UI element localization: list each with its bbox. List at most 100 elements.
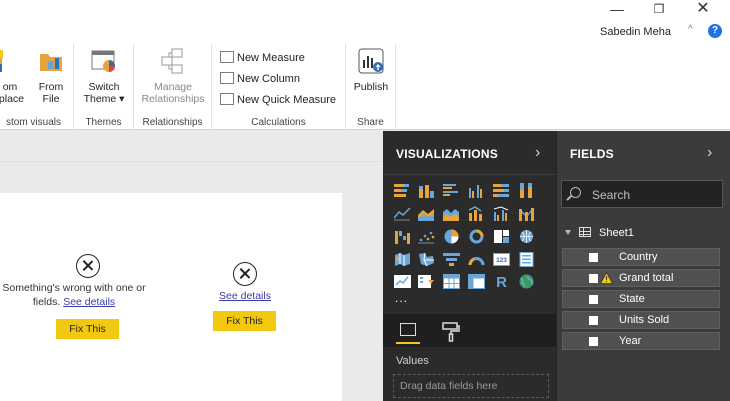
line-chart-icon[interactable] (394, 206, 411, 221)
funnel-chart-icon[interactable] (443, 252, 460, 267)
search-icon (570, 187, 581, 198)
r-script-visual-icon[interactable]: R (493, 274, 510, 289)
kpi-icon[interactable] (394, 274, 411, 289)
manage-relationships-button[interactable]: Manage Relationships (138, 48, 208, 105)
shape-map-icon[interactable] (418, 252, 435, 267)
from-file-label-1: From (38, 81, 64, 93)
help-icon[interactable]: ? (708, 24, 722, 38)
field-name: State (619, 293, 645, 305)
fix-this-button-1[interactable]: Fix This (56, 319, 119, 339)
100-stacked-column-chart-icon[interactable] (518, 183, 535, 198)
stacked-bar-chart-icon[interactable] (394, 183, 411, 198)
collapse-fields-icon[interactable]: › (707, 144, 712, 162)
publish-button[interactable]: Publish (350, 48, 392, 93)
new-quick-measure-button[interactable]: New Quick Measure (220, 93, 336, 111)
group-label-relationships: Relationships (142, 117, 203, 128)
matrix-icon[interactable] (468, 274, 485, 289)
table-name: Sheet1 (599, 227, 634, 239)
field-checkbox[interactable] (589, 274, 598, 283)
canvas-header (0, 131, 383, 162)
field-checkbox[interactable] (589, 316, 598, 325)
new-column-button[interactable]: New Column (220, 72, 300, 90)
title-bar: — ❐ ✕ Sabedin Meha ^ ? (0, 0, 730, 44)
100-stacked-bar-chart-icon[interactable] (493, 183, 510, 198)
from-marketplace-label-2: tplace (0, 93, 25, 105)
quick-measure-icon (220, 93, 234, 105)
from-marketplace-label-1: om (2, 81, 18, 93)
table-node-sheet1[interactable]: Sheet1 (565, 227, 634, 243)
table-visual-icon[interactable] (443, 274, 460, 289)
marketplace-icon (0, 50, 3, 72)
fields-pane: FIELDS › Search Sheet1 Country Grand tot… (556, 131, 730, 401)
group-label-share: Share (357, 117, 384, 128)
field-checkbox[interactable] (589, 253, 598, 262)
field-item-units-sold[interactable]: Units Sold (562, 311, 720, 329)
stacked-area-chart-icon[interactable] (443, 206, 460, 221)
slicer-icon[interactable] (418, 274, 435, 289)
clustered-column-chart-icon[interactable] (468, 183, 485, 198)
restore-button[interactable]: ❐ (644, 0, 674, 18)
from-marketplace-button[interactable]: om tplace (0, 48, 26, 105)
see-details-link-1[interactable]: See details (63, 296, 115, 308)
values-drop-zone[interactable]: Drag data fields here (393, 374, 549, 398)
search-placeholder: Search (592, 188, 631, 202)
field-item-year[interactable]: Year (562, 332, 720, 350)
error-message-line-1: Something's wrong with one or (2, 282, 146, 294)
relationships-icon (161, 48, 183, 74)
switch-theme-button[interactable]: Switch Theme ▾ (80, 48, 128, 105)
fields-search-input[interactable]: Search (561, 180, 723, 208)
donut-chart-icon[interactable] (468, 229, 485, 244)
fields-title: FIELDS (570, 147, 614, 161)
ribbon-chart-icon[interactable] (518, 206, 535, 221)
treemap-icon[interactable] (493, 229, 510, 244)
globe-icon[interactable] (518, 274, 535, 289)
card-icon[interactable]: 123 (493, 252, 510, 267)
see-details-link-2[interactable]: See details (205, 289, 285, 303)
field-checkbox[interactable] (589, 295, 598, 304)
report-canvas[interactable]: Something's wrong with one or fields. Se… (0, 131, 383, 401)
manage-relationships-label-2: Relationships (141, 93, 205, 105)
multi-row-card-icon[interactable] (518, 252, 535, 267)
folder-icon (40, 54, 62, 71)
scatter-chart-icon[interactable] (418, 229, 435, 244)
new-column-label: New Column (237, 73, 300, 85)
collapse-visualizations-icon[interactable]: › (535, 144, 540, 162)
error-circle-icon (76, 254, 100, 278)
close-button[interactable]: ✕ (688, 0, 718, 18)
gauge-icon[interactable] (468, 252, 485, 267)
switch-theme-label-1: Switch (88, 81, 120, 93)
new-quick-measure-label: New Quick Measure (237, 94, 337, 106)
area-chart-icon[interactable] (418, 206, 435, 221)
from-file-label-2: File (42, 93, 60, 105)
line-and-stacked-column-icon[interactable] (468, 206, 485, 221)
values-well-label: Values (396, 355, 429, 367)
table-icon (579, 227, 591, 237)
group-label-calculations: Calculations (251, 117, 306, 128)
new-measure-label: New Measure (237, 52, 305, 64)
waterfall-chart-icon[interactable] (394, 229, 411, 244)
fix-this-button-2[interactable]: Fix This (213, 311, 276, 331)
format-paint-roller-icon[interactable] (439, 320, 463, 344)
visualizations-tabs (383, 314, 556, 347)
visualizations-title: VISUALIZATIONS (396, 147, 498, 161)
filled-map-icon[interactable] (394, 252, 411, 267)
line-and-clustered-column-icon[interactable] (493, 206, 510, 221)
divider (383, 174, 556, 175)
fields-tab[interactable] (396, 320, 420, 344)
error-message: Something's wrong with one or fields. Se… (0, 281, 152, 309)
clustered-bar-chart-icon[interactable] (443, 183, 460, 198)
user-name[interactable]: Sabedin Meha (600, 26, 671, 38)
more-visuals-button[interactable]: ... (395, 291, 408, 305)
field-item-state[interactable]: State (562, 290, 720, 308)
stacked-column-chart-icon[interactable] (418, 183, 435, 198)
map-icon[interactable] (518, 229, 535, 244)
new-measure-button[interactable]: New Measure (220, 51, 305, 69)
field-checkbox[interactable] (589, 337, 598, 346)
report-page[interactable]: Something's wrong with one or fields. Se… (0, 193, 342, 401)
pie-chart-icon[interactable] (443, 229, 460, 244)
minimize-button[interactable]: — (602, 0, 632, 18)
field-item-grand-total[interactable]: Grand total (562, 269, 720, 287)
collapse-ribbon-icon[interactable]: ^ (688, 24, 693, 35)
field-item-country[interactable]: Country (562, 248, 720, 266)
from-file-button[interactable]: From File (34, 48, 68, 105)
